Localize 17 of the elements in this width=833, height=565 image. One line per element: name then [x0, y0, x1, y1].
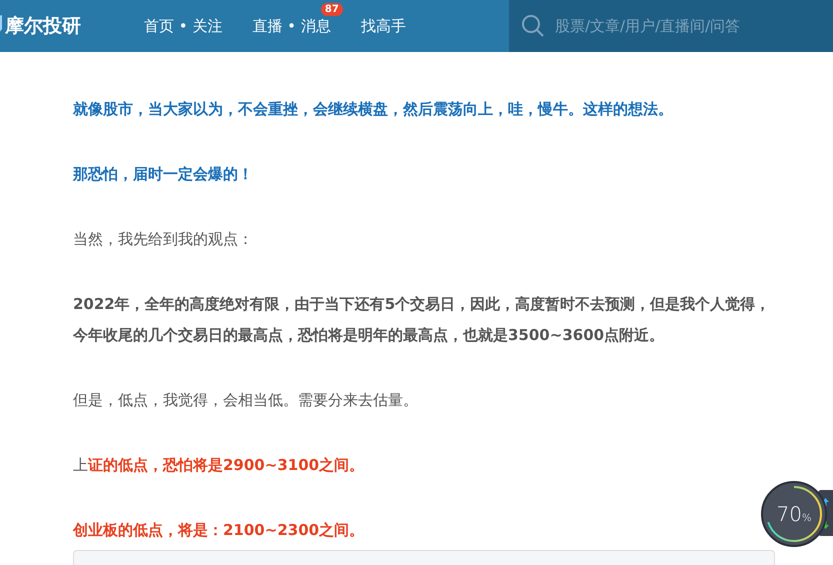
- nav-link[interactable]: 找高手: [360, 17, 406, 35]
- search-bar[interactable]: 股票/文章/用户/直播间/问答: [509, 0, 833, 52]
- nav-link[interactable]: 直播 • 消息: [252, 17, 331, 35]
- logo-text[interactable]: 摩尔投研: [5, 13, 81, 39]
- paragraph: 但是，低点，我觉得，会相当低。需要分来去估量。: [73, 390, 419, 411]
- paragraph: 上证的低点，恐怕将是2900~3100之间。: [73, 455, 366, 476]
- gauge-reading: 70%: [776, 502, 812, 526]
- notification-badge: 87: [320, 3, 343, 16]
- paragraph: 就像股市，当大家以为，不会重挫，会继续横盘，然后震荡向上，哇，慢牛。这样的想法。: [73, 99, 674, 120]
- paragraph: 那恐怕，届时一定会爆的！: [73, 164, 254, 185]
- paragraph: 当然，我先给到我的观点：: [73, 229, 254, 250]
- paragraph: 2022年，全年的高度绝对有限，由于当下还有5个交易日，因此，高度暂时不去预测，但是我个人觉得，今年收尾的几个交易日的最高点，恐怕将是明年的最高点，也就是3500~3600点附近。: [73, 294, 772, 346]
- search-icon: [521, 14, 545, 38]
- memory-gauge[interactable]: 70%: [761, 481, 827, 547]
- paragraph: 创业板的低点，将是：2100~2300之间。: [73, 520, 366, 541]
- search-field[interactable]: 股票/文章/用户/直播间/问答: [553, 16, 817, 36]
- nav-link[interactable]: 首页 • 关注: [144, 17, 222, 35]
